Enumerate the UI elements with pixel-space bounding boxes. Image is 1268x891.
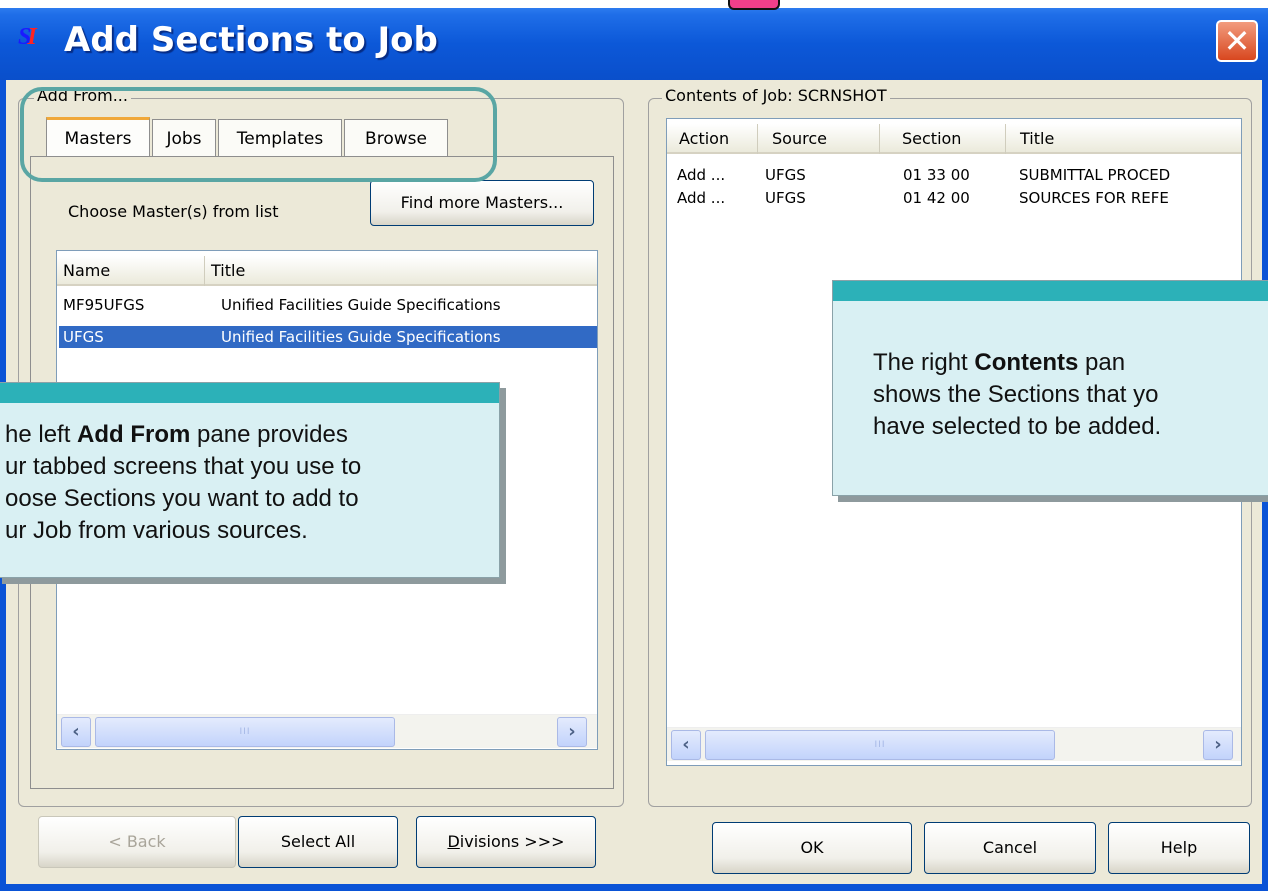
callout-text-part: pan <box>1078 349 1126 376</box>
callout-text: he left Add From pane provides ur tabbed… <box>5 419 495 547</box>
close-button[interactable]: ✕ <box>1216 20 1258 62</box>
callout-text-part: pane provides <box>190 421 348 448</box>
contents-callout: The right Contents pan shows the Section… <box>832 280 1268 496</box>
scroll-right-icon[interactable]: › <box>1203 730 1233 760</box>
divisions-label: ivisions >>> <box>459 832 565 851</box>
row-section: 01 33 00 <box>903 166 970 184</box>
masters-horizontal-scrollbar[interactable]: ‹ III › <box>57 714 597 748</box>
contents-label: Contents of Job: SCRNSHOT <box>662 86 890 105</box>
callout-header-bar <box>0 383 499 403</box>
column-header-title[interactable]: Title <box>1005 124 1241 154</box>
divisions-accelerator: D <box>447 832 460 851</box>
callout-bold-term: Contents <box>974 349 1079 376</box>
table-row[interactable]: Add ... UFGS 01 42 00 SOURCES FOR REFE <box>667 187 1241 209</box>
callout-line: have selected to be added. <box>873 413 1162 440</box>
contents-horizontal-scrollbar[interactable]: ‹ III › <box>667 727 1241 761</box>
tabs-highlight-ring <box>20 87 497 182</box>
desktop-strip <box>0 0 1268 8</box>
close-icon: ✕ <box>1223 22 1251 60</box>
row-section: 01 42 00 <box>903 189 970 207</box>
scroll-left-icon[interactable]: ‹ <box>671 730 701 760</box>
callout-text: The right Contents pan shows the Section… <box>873 347 1268 443</box>
scroll-thumb[interactable]: III <box>95 717 395 747</box>
callout-line: shows the Sections that yo <box>873 381 1159 408</box>
scroll-thumb[interactable]: III <box>705 730 1055 760</box>
row-source: UFGS <box>765 189 806 207</box>
column-header-action[interactable]: Action <box>667 124 757 154</box>
back-button[interactable]: < Back <box>38 816 236 868</box>
callout-text-part: he left <box>5 421 78 448</box>
row-source: UFGS <box>765 166 806 184</box>
master-title: Unified Facilities Guide Specifications <box>221 296 501 314</box>
callout-header-bar <box>833 281 1268 301</box>
app-icon-letter-i: I <box>27 24 37 50</box>
callout-line: oose Sections you want to add to <box>5 485 359 512</box>
table-row[interactable]: Add ... UFGS 01 33 00 SUBMITTAL PROCED <box>667 164 1241 186</box>
contents-list-header: Action Source Section Title <box>667 124 1241 154</box>
list-item[interactable]: MF95UFGS Unified Facilities Guide Specif… <box>57 294 597 316</box>
callout-line: ur Job from various sources. <box>5 517 308 544</box>
app-icon[interactable]: SI <box>18 24 54 60</box>
help-button[interactable]: Help <box>1108 822 1250 874</box>
add-from-callout: he left Add From pane provides ur tabbed… <box>0 382 500 578</box>
master-name: MF95UFGS <box>63 296 145 314</box>
column-header-title[interactable]: Title <box>204 256 597 286</box>
list-item-selected[interactable]: UFGS Unified Facilities Guide Specificat… <box>59 326 597 348</box>
find-more-masters-button[interactable]: Find more Masters... <box>370 180 594 226</box>
divisions-button[interactable]: Divisions >>> <box>416 816 596 868</box>
choose-master-prompt: Choose Master(s) from list <box>68 202 279 221</box>
masters-list-header: Name Title <box>57 256 597 286</box>
row-title: SUBMITTAL PROCED <box>1019 166 1171 184</box>
select-all-button[interactable]: Select All <box>238 816 398 868</box>
callout-line: he left Add From pane provides <box>5 419 495 451</box>
callout-text-part: The right <box>873 349 975 376</box>
column-header-name[interactable]: Name <box>57 256 204 286</box>
cancel-button[interactable]: Cancel <box>924 822 1096 874</box>
scroll-left-icon[interactable]: ‹ <box>61 717 91 747</box>
column-header-source[interactable]: Source <box>757 124 879 154</box>
master-name: UFGS <box>63 328 104 346</box>
row-action: Add ... <box>677 166 726 184</box>
row-title: SOURCES FOR REFE <box>1019 189 1169 207</box>
callout-line: The right Contents pan <box>873 347 1268 379</box>
master-title: Unified Facilities Guide Specifications <box>221 328 501 346</box>
row-action: Add ... <box>677 189 726 207</box>
scroll-right-icon[interactable]: › <box>557 717 587 747</box>
column-header-section[interactable]: Section <box>879 124 1005 154</box>
callout-bold-term: Add From <box>77 421 191 448</box>
window-title: Add Sections to Job <box>64 20 438 60</box>
callout-line: ur tabbed screens that you use to <box>5 453 362 480</box>
pencil-icon <box>728 0 780 10</box>
ok-button[interactable]: OK <box>712 822 912 874</box>
